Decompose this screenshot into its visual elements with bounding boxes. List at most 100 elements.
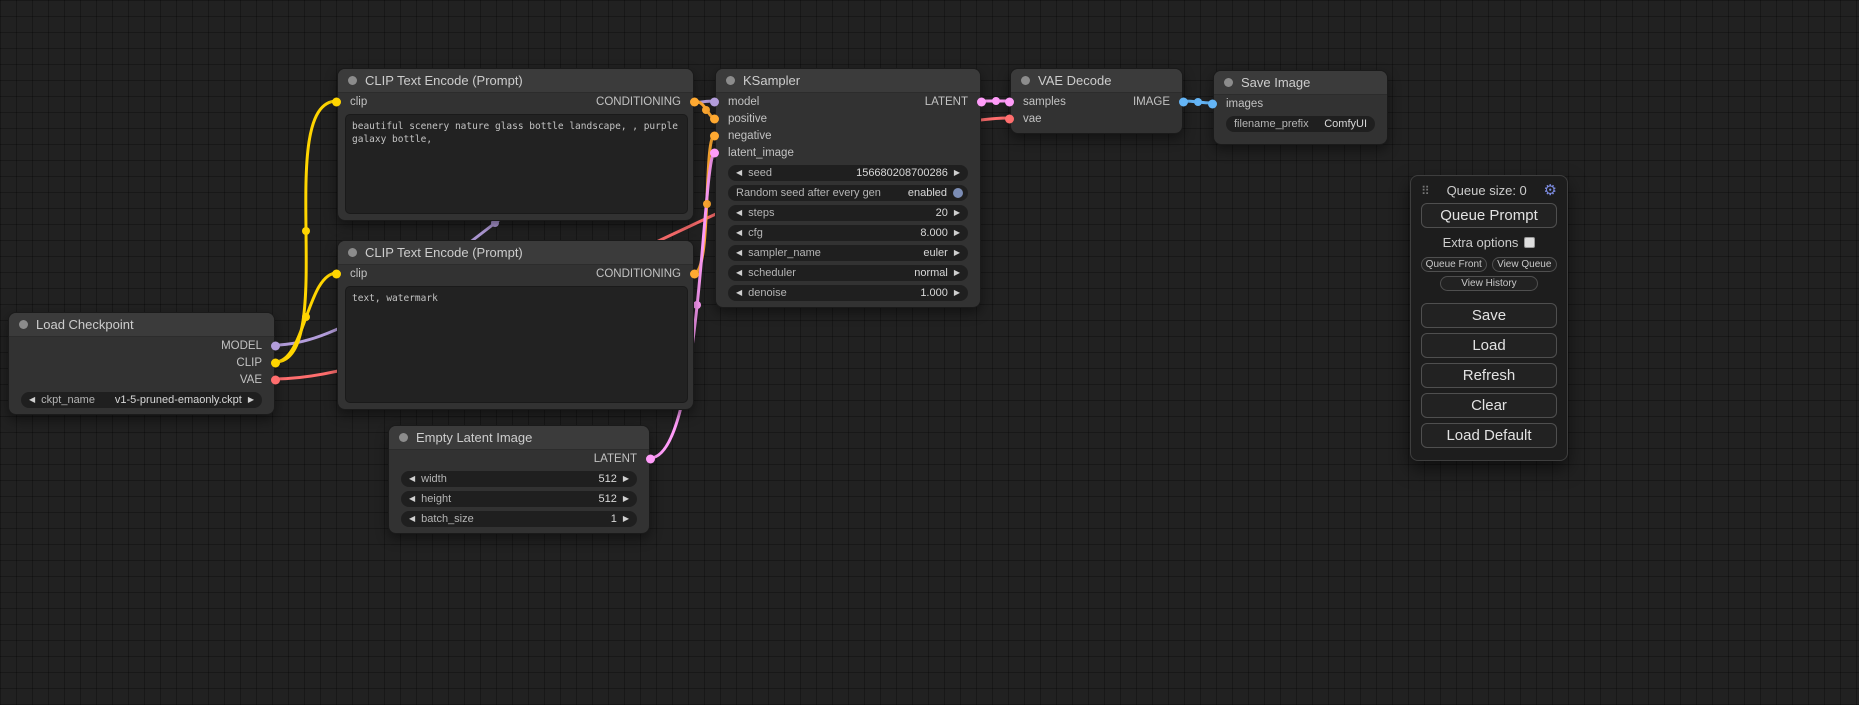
io-row-model-latent: model LATENT	[716, 93, 980, 110]
output-port-conditioning[interactable]	[690, 97, 699, 106]
widget-sampler-name[interactable]: ◀ sampler_name euler ▶	[728, 245, 968, 261]
link-midpoint-dot	[1194, 98, 1202, 106]
input-port-positive[interactable]	[710, 114, 719, 123]
increment-arrow-icon[interactable]: ▶	[954, 269, 960, 277]
input-port-clip[interactable]	[332, 97, 341, 106]
collapse-dot-icon[interactable]	[1224, 78, 1233, 87]
decrement-arrow-icon[interactable]: ◀	[736, 209, 742, 217]
input-port-negative[interactable]	[710, 131, 719, 140]
output-port-clip[interactable]	[271, 358, 280, 367]
input-row-images: images	[1214, 95, 1387, 112]
widget-label: steps	[748, 207, 774, 219]
increment-arrow-icon[interactable]: ▶	[623, 475, 629, 483]
node-title: CLIP Text Encode (Prompt)	[365, 73, 523, 88]
input-port-images[interactable]	[1208, 99, 1217, 108]
drag-handle-icon[interactable]: ⠿	[1421, 184, 1430, 198]
input-port-clip[interactable]	[332, 269, 341, 278]
load-default-button[interactable]: Load Default	[1421, 423, 1557, 448]
decrement-arrow-icon[interactable]: ◀	[736, 229, 742, 237]
input-port-vae[interactable]	[1005, 114, 1014, 123]
widget-seed[interactable]: ◀ seed 156680208700286 ▶	[728, 165, 968, 181]
increment-arrow-icon[interactable]: ▶	[954, 289, 960, 297]
increment-arrow-icon[interactable]: ▶	[954, 209, 960, 217]
extra-options-checkbox[interactable]	[1524, 237, 1535, 248]
widget-ckpt-name[interactable]: ◀ ckpt_name v1-5-pruned-emaonly.ckpt ▶	[21, 392, 262, 408]
node-graph-canvas[interactable]: Load Checkpoint MODEL CLIP VAE ◀ ckpt_na…	[0, 0, 1859, 705]
increment-arrow-icon[interactable]: ▶	[623, 515, 629, 523]
decrement-arrow-icon[interactable]: ◀	[409, 515, 415, 523]
widget-width[interactable]: ◀ width 512 ▶	[401, 471, 637, 487]
widget-steps[interactable]: ◀ steps 20 ▶	[728, 205, 968, 221]
wire-clip-negative	[275, 273, 337, 362]
collapse-dot-icon[interactable]	[399, 433, 408, 442]
decrement-arrow-icon[interactable]: ◀	[409, 475, 415, 483]
input-port-model[interactable]	[710, 97, 719, 106]
increment-arrow-icon[interactable]: ▶	[623, 495, 629, 503]
node-save-image[interactable]: Save Image images filename_prefix ComfyU…	[1213, 70, 1388, 145]
settings-gear-icon[interactable]: ⚙	[1544, 183, 1557, 198]
output-port-latent[interactable]	[646, 454, 655, 463]
collapse-dot-icon[interactable]	[348, 76, 357, 85]
node-clip-text-encode-positive[interactable]: CLIP Text Encode (Prompt) clip CONDITION…	[337, 68, 694, 221]
increment-arrow-icon[interactable]: ▶	[954, 249, 960, 257]
node-header[interactable]: CLIP Text Encode (Prompt)	[338, 69, 693, 93]
widget-label: height	[421, 493, 451, 505]
node-vae-decode[interactable]: VAE Decode samples IMAGE vae	[1010, 68, 1183, 134]
output-port-vae[interactable]	[271, 375, 280, 384]
decrement-arrow-icon[interactable]: ◀	[409, 495, 415, 503]
node-clip-text-encode-negative[interactable]: CLIP Text Encode (Prompt) clip CONDITION…	[337, 240, 694, 410]
link-midpoint-dot	[703, 200, 711, 208]
increment-arrow-icon[interactable]: ▶	[954, 229, 960, 237]
output-port-model[interactable]	[271, 341, 280, 350]
node-load-checkpoint[interactable]: Load Checkpoint MODEL CLIP VAE ◀ ckpt_na…	[8, 312, 275, 415]
node-header[interactable]: Empty Latent Image	[389, 426, 649, 450]
decrement-arrow-icon[interactable]: ◀	[29, 396, 35, 404]
collapse-dot-icon[interactable]	[726, 76, 735, 85]
widget-height[interactable]: ◀ height 512 ▶	[401, 491, 637, 507]
view-queue-button[interactable]: View Queue	[1492, 257, 1558, 272]
input-label: clip	[350, 268, 367, 280]
increment-arrow-icon[interactable]: ▶	[954, 169, 960, 177]
decrement-arrow-icon[interactable]: ◀	[736, 249, 742, 257]
prompt-textarea[interactable]: text, watermark	[345, 286, 688, 403]
save-button[interactable]: Save	[1421, 303, 1557, 328]
output-port-latent[interactable]	[977, 97, 986, 106]
output-port-image[interactable]	[1179, 97, 1188, 106]
node-header[interactable]: VAE Decode	[1011, 69, 1182, 93]
collapse-dot-icon[interactable]	[19, 320, 28, 329]
output-port-conditioning[interactable]	[690, 269, 699, 278]
prompt-textarea[interactable]: beautiful scenery nature glass bottle la…	[345, 114, 688, 214]
collapse-dot-icon[interactable]	[348, 248, 357, 257]
increment-arrow-icon[interactable]: ▶	[248, 396, 254, 404]
widget-value: 20	[936, 207, 948, 219]
node-empty-latent-image[interactable]: Empty Latent Image LATENT ◀ width 512 ▶ …	[388, 425, 650, 534]
widget-scheduler[interactable]: ◀ scheduler normal ▶	[728, 265, 968, 281]
node-header[interactable]: Load Checkpoint	[9, 313, 274, 337]
widget-control-after-generate[interactable]: Random seed after every gen enabled	[728, 185, 968, 201]
clear-button[interactable]: Clear	[1421, 393, 1557, 418]
widget-value: 1.000	[920, 287, 948, 299]
input-port-latent-image[interactable]	[710, 148, 719, 157]
queue-prompt-button[interactable]: Queue Prompt	[1421, 203, 1557, 228]
extra-options-row: Extra options	[1421, 235, 1557, 250]
widget-filename-prefix[interactable]: filename_prefix ComfyUI	[1226, 116, 1375, 132]
node-header[interactable]: Save Image	[1214, 71, 1387, 95]
decrement-arrow-icon[interactable]: ◀	[736, 269, 742, 277]
widget-value: 512	[598, 493, 616, 505]
decrement-arrow-icon[interactable]: ◀	[736, 289, 742, 297]
widget-value: euler	[923, 247, 947, 259]
node-header[interactable]: KSampler	[716, 69, 980, 93]
input-port-samples[interactable]	[1005, 97, 1014, 106]
widget-cfg[interactable]: ◀ cfg 8.000 ▶	[728, 225, 968, 241]
decrement-arrow-icon[interactable]: ◀	[736, 169, 742, 177]
view-history-button[interactable]: View History	[1440, 276, 1538, 291]
queue-front-button[interactable]: Queue Front	[1421, 257, 1487, 272]
toggle-knob-icon[interactable]	[953, 188, 963, 198]
node-ksampler[interactable]: KSampler model LATENT positive negative …	[715, 68, 981, 308]
refresh-button[interactable]: Refresh	[1421, 363, 1557, 388]
widget-batch-size[interactable]: ◀ batch_size 1 ▶	[401, 511, 637, 527]
node-header[interactable]: CLIP Text Encode (Prompt)	[338, 241, 693, 265]
load-button[interactable]: Load	[1421, 333, 1557, 358]
collapse-dot-icon[interactable]	[1021, 76, 1030, 85]
widget-denoise[interactable]: ◀ denoise 1.000 ▶	[728, 285, 968, 301]
